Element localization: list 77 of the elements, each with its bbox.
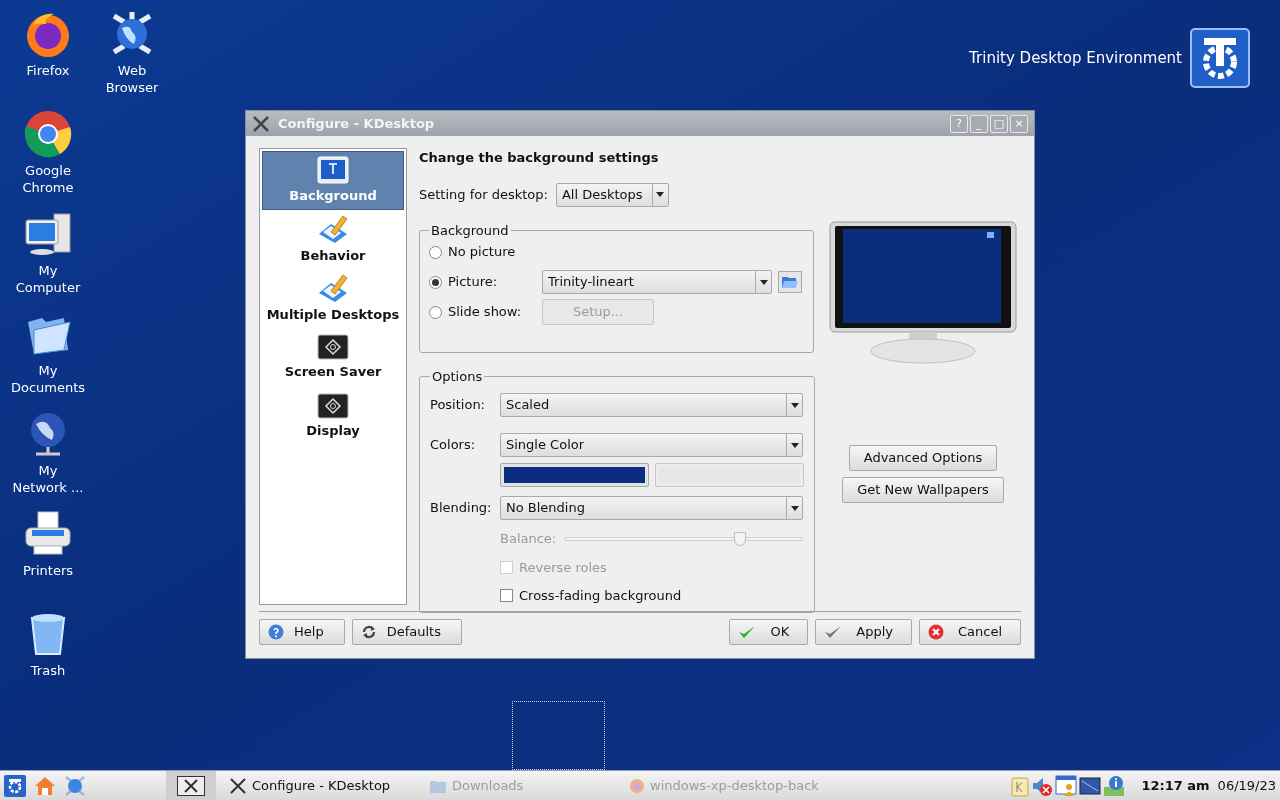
branding-text: Trinity Desktop Environment (969, 47, 1182, 69)
checkbox-label[interactable]: Cross-fading background (519, 585, 682, 606)
pencil-paper-icon (317, 213, 349, 244)
desktop-icon-label[interactable]: Printers (10, 562, 86, 579)
window-user-icon[interactable] (1055, 774, 1078, 797)
dialog-button[interactable]: OK (729, 619, 809, 645)
home-icon[interactable] (34, 774, 56, 797)
clock-time: 12:17 am (1141, 776, 1210, 795)
dropdown[interactable]: All Desktops (555, 182, 669, 207)
refresh-icon (360, 624, 377, 640)
firefox-icon (630, 778, 644, 793)
cancel-icon (927, 624, 944, 640)
checkmark-icon (824, 624, 843, 640)
dialog-button[interactable]: Cancel (918, 619, 1021, 645)
desktop-icon-label[interactable]: Firefox (10, 62, 86, 79)
sidebar-item[interactable]: Multiple Desktops (262, 269, 404, 328)
dropdown[interactable]: No Blending (500, 496, 803, 520)
desktop-icon-label[interactable]: Web Browser (94, 62, 170, 96)
window-title: Configure - KDesktop (278, 114, 436, 133)
desktop-icon-label[interactable]: Google Chrome (10, 162, 86, 196)
x-logo-icon (184, 778, 198, 793)
caret-icon (759, 279, 768, 285)
clock-date: 06/19/23 (1217, 776, 1276, 795)
group-title: Options (431, 367, 484, 386)
wallpaper-options-button[interactable]: Get New Wallpapers (842, 476, 1004, 503)
pencil-paper-icon (317, 272, 349, 303)
sidebar-item[interactable]: Display (262, 387, 404, 446)
wallpaper-options-button[interactable]: Advanced Options (848, 444, 998, 471)
sidebar-item[interactable]: Behavior (262, 210, 404, 269)
chrome-icon (24, 110, 72, 158)
desktop-icon-label[interactable]: Trash (10, 662, 86, 679)
start-menu-icon[interactable] (4, 774, 26, 797)
caret-icon (790, 505, 799, 511)
desktop-icon-label[interactable]: My Computer (10, 262, 86, 296)
help-icon (268, 624, 284, 640)
radio-button[interactable] (429, 275, 442, 289)
gear-logo-icon (1190, 28, 1250, 88)
dialog-button[interactable]: Defaults (351, 619, 462, 645)
x-logo-icon (252, 115, 270, 132)
monitor-icon (317, 155, 349, 184)
screen-icon (317, 392, 349, 419)
desktop-icon-label[interactable]: My Network ... (10, 462, 86, 496)
folder-icon (782, 275, 798, 289)
globe-gear-icon[interactable] (64, 774, 86, 797)
x-logo-icon (230, 777, 246, 794)
radio-label[interactable]: Picture: (448, 272, 542, 292)
dialog-button[interactable]: Apply (815, 619, 912, 645)
desktop-icon-label[interactable]: My Documents (10, 362, 86, 396)
taskbar-task[interactable]: Configure - KDesktop (216, 771, 416, 800)
checkmark-icon (738, 624, 757, 640)
caret-icon (790, 442, 799, 448)
screen-icon (317, 333, 349, 360)
field-label: Position: (430, 396, 486, 415)
sidebar-item[interactable]: Screen Saver (262, 328, 404, 387)
field-label: Setting for desktop: (419, 185, 548, 204)
folder-open-button[interactable] (778, 271, 802, 293)
desktop-pager[interactable] (177, 775, 205, 796)
caret-icon (656, 192, 665, 197)
radio-button[interactable] (429, 245, 442, 259)
computer-icon (24, 210, 72, 258)
checkbox[interactable] (500, 589, 513, 602)
dropdown[interactable]: Trinity-lineart (542, 270, 772, 294)
printer-icon (24, 510, 72, 558)
info-icon[interactable] (1103, 774, 1126, 797)
folder-icon (430, 778, 446, 793)
field-label: Blending: (430, 499, 493, 518)
dropdown[interactable]: Single Color (500, 433, 803, 457)
section-heading: Change the background settings (419, 149, 660, 167)
caret-icon (790, 402, 799, 408)
display-icon[interactable] (1079, 775, 1102, 796)
dropdown[interactable]: Scaled (500, 393, 803, 417)
slider-label: Balance: (500, 530, 558, 549)
dialog-button[interactable]: Help (259, 619, 345, 645)
radio-label[interactable]: No picture (448, 242, 542, 262)
field-label: Colors: (430, 436, 477, 455)
sidebar-item[interactable]: Background (262, 151, 404, 210)
group-title: Background (430, 221, 510, 240)
